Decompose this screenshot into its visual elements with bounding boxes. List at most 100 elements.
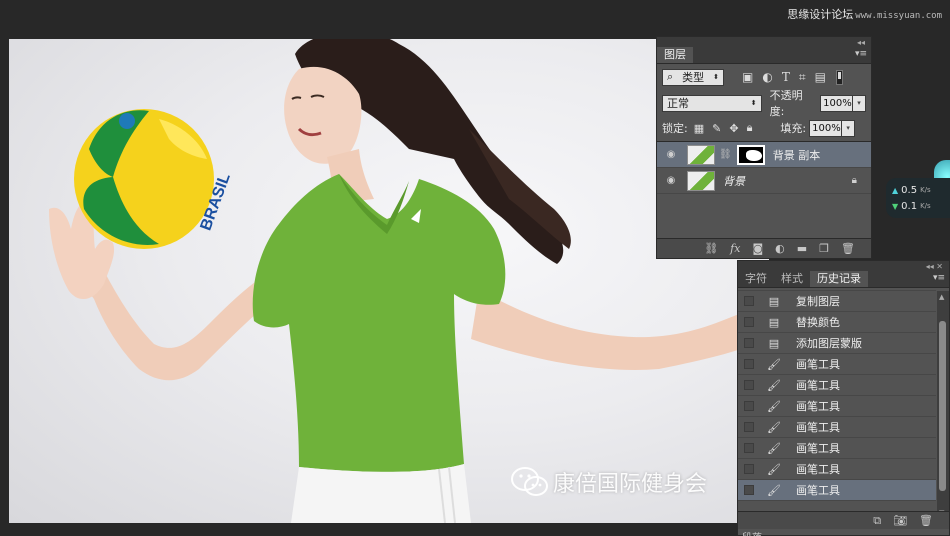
smart-object-filter-icon[interactable]: ▤ — [815, 70, 826, 84]
filter-row: ⌕ 类型 ⬍ ▣ ◐ T ⌗ ▤ — [657, 64, 871, 90]
history-footer: ⧉ 📷︎ 🗑︎ — [738, 511, 949, 529]
fill-input[interactable]: 100% — [809, 119, 843, 137]
updown-icon: ⬍ — [750, 99, 757, 107]
history-item[interactable]: 🖌︎ 画笔工具 — [738, 396, 936, 417]
scroll-up-icon[interactable]: ▲ — [939, 293, 944, 301]
history-item-label: 画笔工具 — [796, 463, 840, 476]
history-item[interactable]: 🖌︎ 画笔工具 — [738, 375, 936, 396]
updown-icon: ⬍ — [713, 73, 719, 81]
opacity-dropdown-icon[interactable]: ▾ — [853, 94, 867, 112]
layers-list: ◉ ⛓ 背景 副本 ◉ 背景 🔒︎ — [657, 141, 871, 237]
wechat-icon — [511, 467, 548, 496]
blend-mode-select[interactable]: 正常 ⬍ — [662, 94, 762, 112]
filter-toggle[interactable] — [835, 69, 843, 85]
history-item[interactable]: 🖌︎ 画笔工具 — [738, 459, 936, 480]
lock-transparent-pixels-icon[interactable]: ▦ — [694, 122, 704, 135]
layer-name[interactable]: 背景 — [723, 173, 745, 189]
snapshot-camera-icon[interactable]: 📷︎ — [893, 514, 907, 527]
wechat-watermark: 康倍国际健身会 — [511, 466, 707, 498]
type-filter-icon[interactable]: T — [782, 70, 790, 84]
right-arm — [471, 289, 769, 370]
opacity-label: 不透明度: — [769, 89, 803, 118]
history-item[interactable]: ▤ 替换颜色 — [738, 312, 936, 333]
blend-row: 正常 ⬍ 不透明度: 100% ▾ — [657, 89, 871, 118]
history-item[interactable]: 🖌︎ 画笔工具 — [738, 354, 936, 375]
layer-row-background[interactable]: ◉ 背景 🔒︎ — [657, 168, 871, 194]
tab-paragraph[interactable]: 段落 — [742, 529, 762, 536]
scrollbar-thumb[interactable] — [939, 321, 946, 491]
net-speed-widget[interactable]: ▲ 0.5 K/s ▼ 0.1 K/s — [886, 178, 950, 218]
history-item[interactable]: 🖌︎ 画笔工具 — [738, 417, 936, 438]
brush-icon: 🖌︎ — [767, 399, 781, 413]
lock-image-pixels-icon[interactable]: ✎ — [712, 122, 721, 135]
left-arm — [79, 271, 267, 381]
history-source-checkbox[interactable] — [744, 422, 754, 432]
panel-menu-icon[interactable]: ▾≡ — [855, 49, 867, 59]
eye-icon[interactable]: ◉ — [657, 149, 685, 160]
history-item-current[interactable]: 🖌︎ 画笔工具 — [738, 480, 936, 501]
new-layer-icon[interactable]: ❐ — [819, 242, 829, 255]
link-chain-icon[interactable]: ⛓ — [719, 149, 732, 160]
image-filter-icon[interactable]: ▣ — [742, 70, 753, 84]
lock-all-icon[interactable]: 🔒︎ — [747, 121, 753, 135]
history-source-checkbox[interactable] — [744, 296, 754, 306]
history-item-label: 画笔工具 — [796, 379, 840, 392]
fx-icon[interactable]: fx — [730, 242, 740, 255]
tab-layers[interactable]: 图层 — [657, 47, 693, 63]
upload-speed: ▲ 0.5 K/s — [892, 182, 944, 198]
trash-icon[interactable]: 🗑︎ — [841, 242, 855, 255]
fill-dropdown-icon[interactable]: ▾ — [842, 119, 856, 137]
brush-icon: 🖌︎ — [767, 441, 781, 455]
history-item-label: 画笔工具 — [796, 421, 840, 434]
document-canvas[interactable]: BRASIL 康倍国际健身会 — [9, 39, 769, 523]
download-arrow-icon: ▼ — [892, 201, 899, 211]
upload-arrow-icon: ▲ — [892, 185, 899, 195]
history-source-checkbox[interactable] — [744, 380, 754, 390]
adjustment-layer-icon[interactable]: ◐ — [775, 242, 785, 255]
brush-icon: 🖌︎ — [767, 462, 781, 476]
green-shirt — [252, 174, 506, 472]
history-panel: ◂◂ ✕ 字符 样式 历史记录 ▾≡ ▤ 复制图层 ▤ 替换颜色 ▤ 添加图层蒙版 🖌… — [737, 260, 950, 536]
collapse-icon[interactable]: ◂◂ ✕ — [926, 262, 943, 271]
panel-collapse-bar[interactable]: ◂◂ ✕ — [738, 261, 949, 271]
eye-icon[interactable]: ◉ — [657, 175, 685, 186]
site-url: www.missyuan.com — [855, 11, 942, 21]
history-item-label: 画笔工具 — [796, 400, 840, 413]
layers-footer: ⛓ fx ◙ ◐ ▬ ❐ 🗑︎ — [657, 238, 871, 258]
panel-collapse-bar[interactable]: ◂◂ — [657, 37, 871, 47]
history-item[interactable]: 🖌︎ 画笔工具 — [738, 438, 936, 459]
link-layers-icon[interactable]: ⛓ — [704, 242, 718, 255]
collapse-icon[interactable]: ◂◂ — [857, 38, 865, 47]
group-folder-icon[interactable]: ▬ — [797, 242, 807, 255]
history-source-checkbox[interactable] — [744, 443, 754, 453]
lock-position-icon[interactable]: ✥ — [729, 122, 738, 135]
layer-mask-thumbnail[interactable] — [736, 144, 765, 165]
history-item[interactable]: ▤ 复制图层 — [738, 291, 936, 312]
lock-icon: 🔒︎ — [851, 175, 857, 186]
history-source-checkbox[interactable] — [744, 464, 754, 474]
trash-icon[interactable]: 🗑︎ — [919, 514, 933, 527]
history-item[interactable]: ▤ 添加图层蒙版 — [738, 333, 936, 354]
filter-type-select[interactable]: ⌕ 类型 ⬍ — [662, 68, 724, 86]
new-document-from-state-icon[interactable]: ⧉ — [873, 514, 881, 528]
adjustment-filter-icon[interactable]: ◐ — [762, 70, 772, 84]
filter-type-value: 类型 — [682, 71, 705, 84]
layer-name[interactable]: 背景 副本 — [773, 147, 821, 163]
history-list: ▤ 复制图层 ▤ 替换颜色 ▤ 添加图层蒙版 🖌︎ 画笔工具 🖌︎ 画笔工具 🖌︎ 画笔工具… — [738, 291, 936, 519]
opacity-input[interactable]: 100% — [820, 94, 854, 112]
history-source-checkbox[interactable] — [744, 317, 754, 327]
layer-row-background-copy[interactable]: ◉ ⛓ 背景 副本 — [657, 142, 871, 168]
history-source-checkbox[interactable] — [744, 359, 754, 369]
history-item-label: 复制图层 — [796, 295, 840, 308]
document-icon: ▤ — [768, 336, 780, 350]
upload-speed-value: 0.5 — [901, 184, 918, 196]
shape-filter-icon[interactable]: ⌗ — [799, 70, 806, 85]
layers-panel: ◂◂ 图层 ▾≡ ⌕ 类型 ⬍ ▣ ◐ T ⌗ ▤ 正常 ⬍ 不透明度: 100… — [656, 36, 872, 259]
add-mask-icon[interactable]: ◙ — [752, 242, 763, 255]
history-source-checkbox[interactable] — [744, 338, 754, 348]
history-source-checkbox[interactable] — [744, 485, 754, 495]
history-source-checkbox[interactable] — [744, 401, 754, 411]
history-snapshot-row[interactable] — [738, 281, 936, 291]
history-scrollbar[interactable]: ▲ ▼ — [937, 291, 949, 519]
wechat-account-name: 康倍国际健身会 — [553, 472, 708, 497]
